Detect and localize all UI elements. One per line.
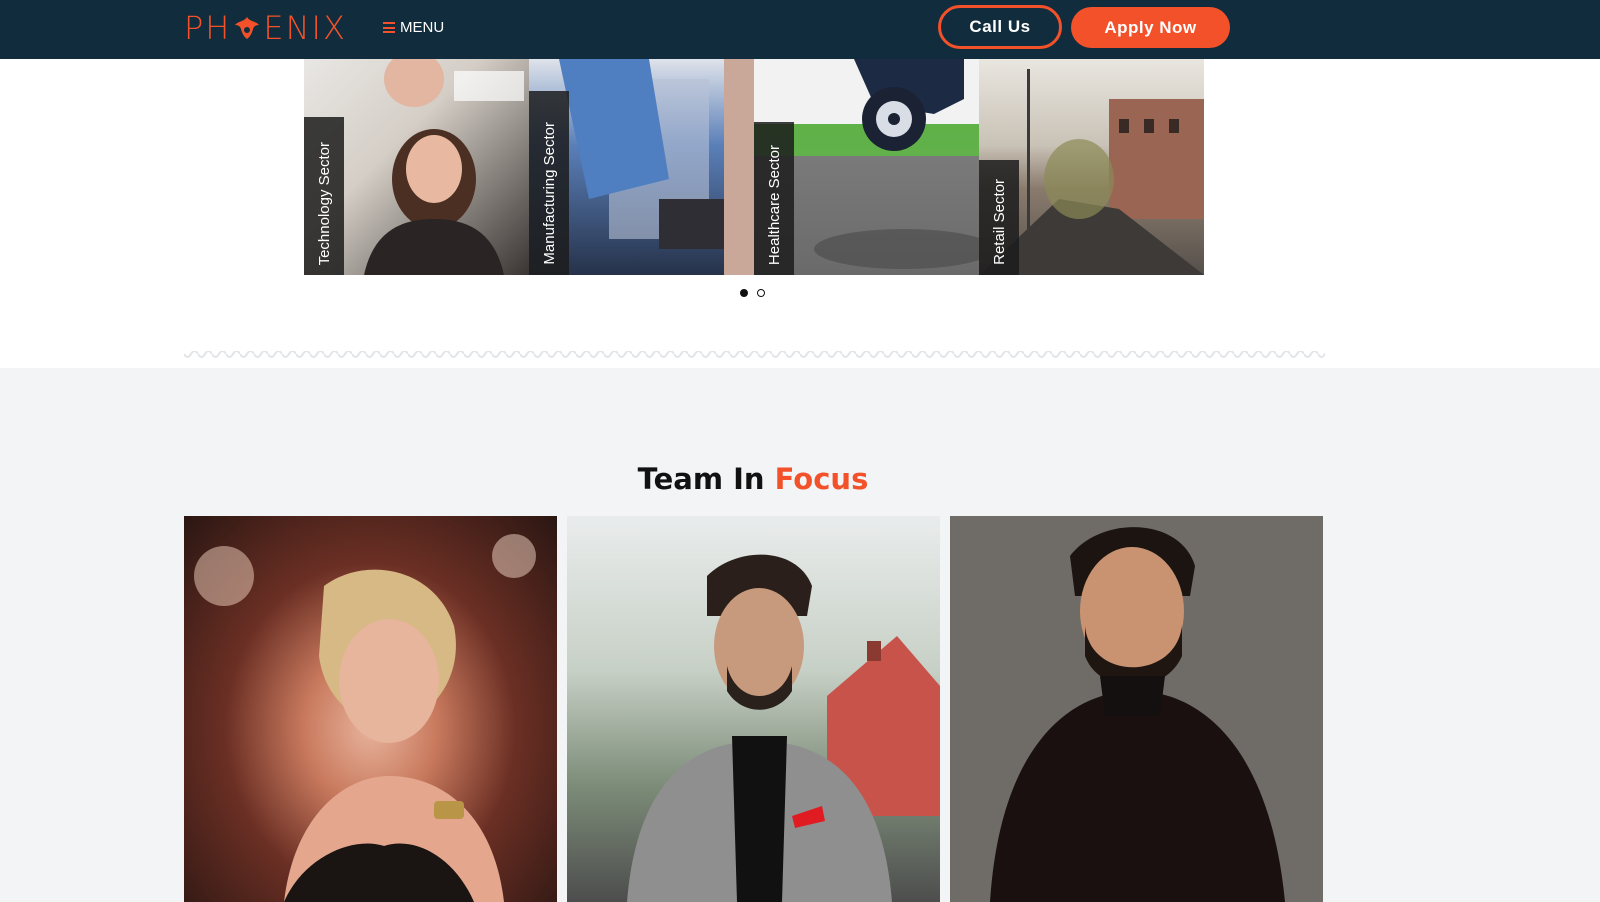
team-member-card-2[interactable] — [567, 516, 940, 902]
logo-text-ph: PH — [184, 9, 232, 47]
slide-label: Healthcare Sector — [765, 144, 783, 265]
team-title-accent: Focus — [774, 462, 869, 497]
slide-label: Technology Sector — [315, 141, 333, 265]
apply-now-button[interactable]: Apply Now — [1071, 7, 1230, 48]
slide-healthcare-sector[interactable]: Healthcare Sector — [754, 59, 979, 275]
team-member-card-3[interactable] — [950, 516, 1323, 902]
phoenix-bird-icon — [232, 13, 262, 43]
menu-label: MENU — [400, 19, 445, 36]
slide-manufacturing-sector[interactable]: Manufacturing Sector — [529, 59, 754, 275]
slide-tag: Healthcare Sector — [754, 122, 794, 275]
phoenix-logo[interactable]: PH ENIX — [184, 8, 347, 48]
top-navbar: PH ENIX MENU Call Us Apply Now — [0, 0, 1600, 59]
slide-retail-sector[interactable]: Retail Sector — [979, 59, 1204, 275]
slider-dot-2[interactable] — [757, 289, 765, 297]
team-member-photo-3 — [990, 527, 1285, 902]
slide-label: Retail Sector — [990, 179, 1008, 265]
slide-label: Manufacturing Sector — [540, 122, 558, 265]
slide-tag: Technology Sector — [304, 117, 344, 275]
team-title: Team In Focus — [0, 462, 1506, 496]
team-member-photo-1 — [194, 534, 536, 902]
slide-tag: Retail Sector — [979, 160, 1019, 275]
slider-pagination — [740, 289, 765, 297]
logo-text-enix: ENIX — [263, 9, 347, 47]
team-member-card-1[interactable] — [184, 516, 557, 902]
menu-button[interactable]: MENU — [383, 19, 444, 36]
slide-tag: Manufacturing Sector — [529, 91, 569, 275]
wavy-divider — [184, 351, 1325, 361]
team-member-photo-2 — [627, 554, 940, 902]
hamburger-icon — [383, 22, 395, 33]
slide-technology-sector[interactable]: Technology Sector — [304, 59, 529, 275]
call-us-button[interactable]: Call Us — [938, 5, 1062, 49]
sector-slider: Technology Sector Manufacturing Sector H… — [304, 59, 1204, 275]
slider-dot-1[interactable] — [740, 289, 748, 297]
team-title-main: Team In — [637, 462, 775, 497]
